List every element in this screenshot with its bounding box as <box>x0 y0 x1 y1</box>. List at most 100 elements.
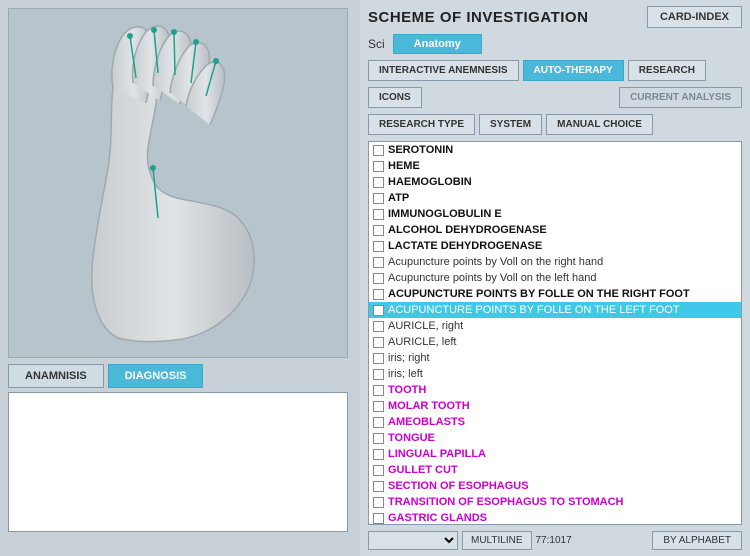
list-item-checkbox[interactable] <box>373 241 384 252</box>
sci-row: Sci Anatomy <box>368 34 742 54</box>
research-btn[interactable]: RESEARCH <box>628 60 706 81</box>
list-item[interactable]: Acupuncture points by Voll on the left h… <box>369 270 741 286</box>
toolbar-row2: ICONS CURRENT ANALYSIS <box>368 87 742 108</box>
tab-buttons: ANAMNISIS DIAGNOSIS <box>8 364 352 388</box>
list-item-text: Acupuncture points by Voll on the right … <box>388 256 603 268</box>
list-item[interactable]: ATP <box>369 190 741 206</box>
toolbar-row1: INTERACTIVE ANEMNESIS AUTO-THERAPY RESEA… <box>368 60 742 81</box>
list-item-text: LACTATE DEHYDROGENASE <box>388 240 542 252</box>
list-item-checkbox[interactable] <box>373 193 384 204</box>
list-item[interactable]: ACUPUNCTURE POINTS BY FOLLE ON THE RIGHT… <box>369 286 741 302</box>
list-item[interactable]: IMMUNOGLOBULIN E <box>369 206 741 222</box>
bottom-panel: ANAMNISIS DIAGNOSIS <box>8 364 352 532</box>
research-type-btn[interactable]: RESEARCH TYPE <box>368 114 475 135</box>
list-item[interactable]: GASTRIC GLANDS <box>369 510 741 525</box>
list-item-text: iris; right <box>388 352 430 364</box>
list-item-checkbox[interactable] <box>373 385 384 396</box>
anatomy-button[interactable]: Anatomy <box>393 34 482 54</box>
interactive-anemnesis-btn[interactable]: INTERACTIVE ANEMNESIS <box>368 60 519 81</box>
list-item-checkbox[interactable] <box>373 305 384 316</box>
list-item-text: IMMUNOGLOBULIN E <box>388 208 502 220</box>
list-item-text: GULLET CUT <box>388 464 458 476</box>
list-item-text: TOOTH <box>388 384 426 396</box>
system-btn[interactable]: SYSTEM <box>479 114 542 135</box>
list-item[interactable]: HEME <box>369 158 741 174</box>
sci-label: Sci <box>368 37 385 51</box>
diagnosis-text-area <box>8 392 348 532</box>
list-container[interactable]: SEROTONIN HEME HAEMOGLOBIN ATP IMMUNOGLOBULI… <box>368 141 742 525</box>
list-item-text: AURICLE, right <box>388 320 463 332</box>
bottom-bar: MULTILINE 77:1017 BY ALPHABET <box>368 531 742 550</box>
list-item[interactable]: HAEMOGLOBIN <box>369 174 741 190</box>
list-item-checkbox[interactable] <box>373 449 384 460</box>
list-item[interactable]: ACUPUNCTURE POINTS BY FOLLE ON THE LEFT … <box>369 302 741 318</box>
card-index-button[interactable]: CARD-INDEX <box>647 6 742 28</box>
list-item-checkbox[interactable] <box>373 337 384 348</box>
list-item[interactable]: SEROTONIN <box>369 142 741 158</box>
list-item-checkbox[interactable] <box>373 433 384 444</box>
list-item-text: GASTRIC GLANDS <box>388 512 487 524</box>
list-item-checkbox[interactable] <box>373 145 384 156</box>
list-item-checkbox[interactable] <box>373 273 384 284</box>
list-item-text: TONGUE <box>388 432 435 444</box>
list-item-text: HEME <box>388 160 420 172</box>
list-item-checkbox[interactable] <box>373 513 384 524</box>
right-header: SCHEME OF INVESTIGATION CARD-INDEX <box>368 6 742 28</box>
list-item-text: HAEMOGLOBIN <box>388 176 472 188</box>
list-item-checkbox[interactable] <box>373 177 384 188</box>
left-panel: ANAMNISIS DIAGNOSIS <box>0 0 360 556</box>
list-item[interactable]: LACTATE DEHYDROGENASE <box>369 238 741 254</box>
list-item-text: SEROTONIN <box>388 144 453 156</box>
list-item-text: TRANSITION OF ESOPHAGUS TO STOMACH <box>388 496 624 508</box>
by-alphabet-btn[interactable]: BY ALPHABET <box>652 531 742 550</box>
list-item[interactable]: AURICLE, left <box>369 334 741 350</box>
list-item-checkbox[interactable] <box>373 161 384 172</box>
list-item[interactable]: Acupuncture points by Voll on the right … <box>369 254 741 270</box>
list-item-checkbox[interactable] <box>373 353 384 364</box>
list-item-text: ACUPUNCTURE POINTS BY FOLLE ON THE LEFT … <box>388 304 680 316</box>
list-item-text: MOLAR TOOTH <box>388 400 470 412</box>
list-item[interactable]: AURICLE, right <box>369 318 741 334</box>
icons-btn[interactable]: ICONS <box>368 87 422 108</box>
list-item-checkbox[interactable] <box>373 417 384 428</box>
list-item[interactable]: LINGUAL PAPILLA <box>369 446 741 462</box>
list-item[interactable]: iris; right <box>369 350 741 366</box>
list-item-checkbox[interactable] <box>373 289 384 300</box>
diagnosis-tab[interactable]: DIAGNOSIS <box>108 364 204 388</box>
list-item-checkbox[interactable] <box>373 401 384 412</box>
list-item-checkbox[interactable] <box>373 481 384 492</box>
list-item[interactable]: SECTION OF ESOPHAGUS <box>369 478 741 494</box>
list-item-text: ALCOHOL DEHYDROGENASE <box>388 224 547 236</box>
list-item[interactable]: TONGUE <box>369 430 741 446</box>
multiline-btn[interactable]: MULTILINE <box>462 531 532 550</box>
list-item-text: Acupuncture points by Voll on the left h… <box>388 272 597 284</box>
list-item-checkbox[interactable] <box>373 209 384 220</box>
auto-therapy-btn[interactable]: AUTO-THERAPY <box>523 60 624 81</box>
list-item-checkbox[interactable] <box>373 465 384 476</box>
foot-svg <box>58 18 298 348</box>
coord-label: 77:1017 <box>536 535 572 546</box>
list-item[interactable]: ALCOHOL DEHYDROGENASE <box>369 222 741 238</box>
anamnisis-tab[interactable]: ANAMNISIS <box>8 364 104 388</box>
main-container: ANAMNISIS DIAGNOSIS SCHEME OF INVESTIGAT… <box>0 0 750 556</box>
manual-choice-btn[interactable]: MANUAL CHOICE <box>546 114 653 135</box>
list-item-checkbox[interactable] <box>373 497 384 508</box>
list-item-text: iris; left <box>388 368 423 380</box>
list-item-checkbox[interactable] <box>373 225 384 236</box>
list-item-text: SECTION OF ESOPHAGUS <box>388 480 529 492</box>
list-item-checkbox[interactable] <box>373 257 384 268</box>
list-item-text: LINGUAL PAPILLA <box>388 448 486 460</box>
toolbar-row3: RESEARCH TYPE SYSTEM MANUAL CHOICE <box>368 114 742 135</box>
list-item[interactable]: GULLET CUT <box>369 462 741 478</box>
list-item[interactable]: TRANSITION OF ESOPHAGUS TO STOMACH <box>369 494 741 510</box>
scheme-title: SCHEME OF INVESTIGATION <box>368 9 588 26</box>
list-item[interactable]: AMEOBLASTS <box>369 414 741 430</box>
list-item-checkbox[interactable] <box>373 321 384 332</box>
list-item[interactable]: TOOTH <box>369 382 741 398</box>
list-item-text: AMEOBLASTS <box>388 416 465 428</box>
bottom-select[interactable] <box>368 531 458 550</box>
list-item-checkbox[interactable] <box>373 369 384 380</box>
list-item[interactable]: iris; left <box>369 366 741 382</box>
current-analysis-btn[interactable]: CURRENT ANALYSIS <box>619 87 742 108</box>
list-item[interactable]: MOLAR TOOTH <box>369 398 741 414</box>
